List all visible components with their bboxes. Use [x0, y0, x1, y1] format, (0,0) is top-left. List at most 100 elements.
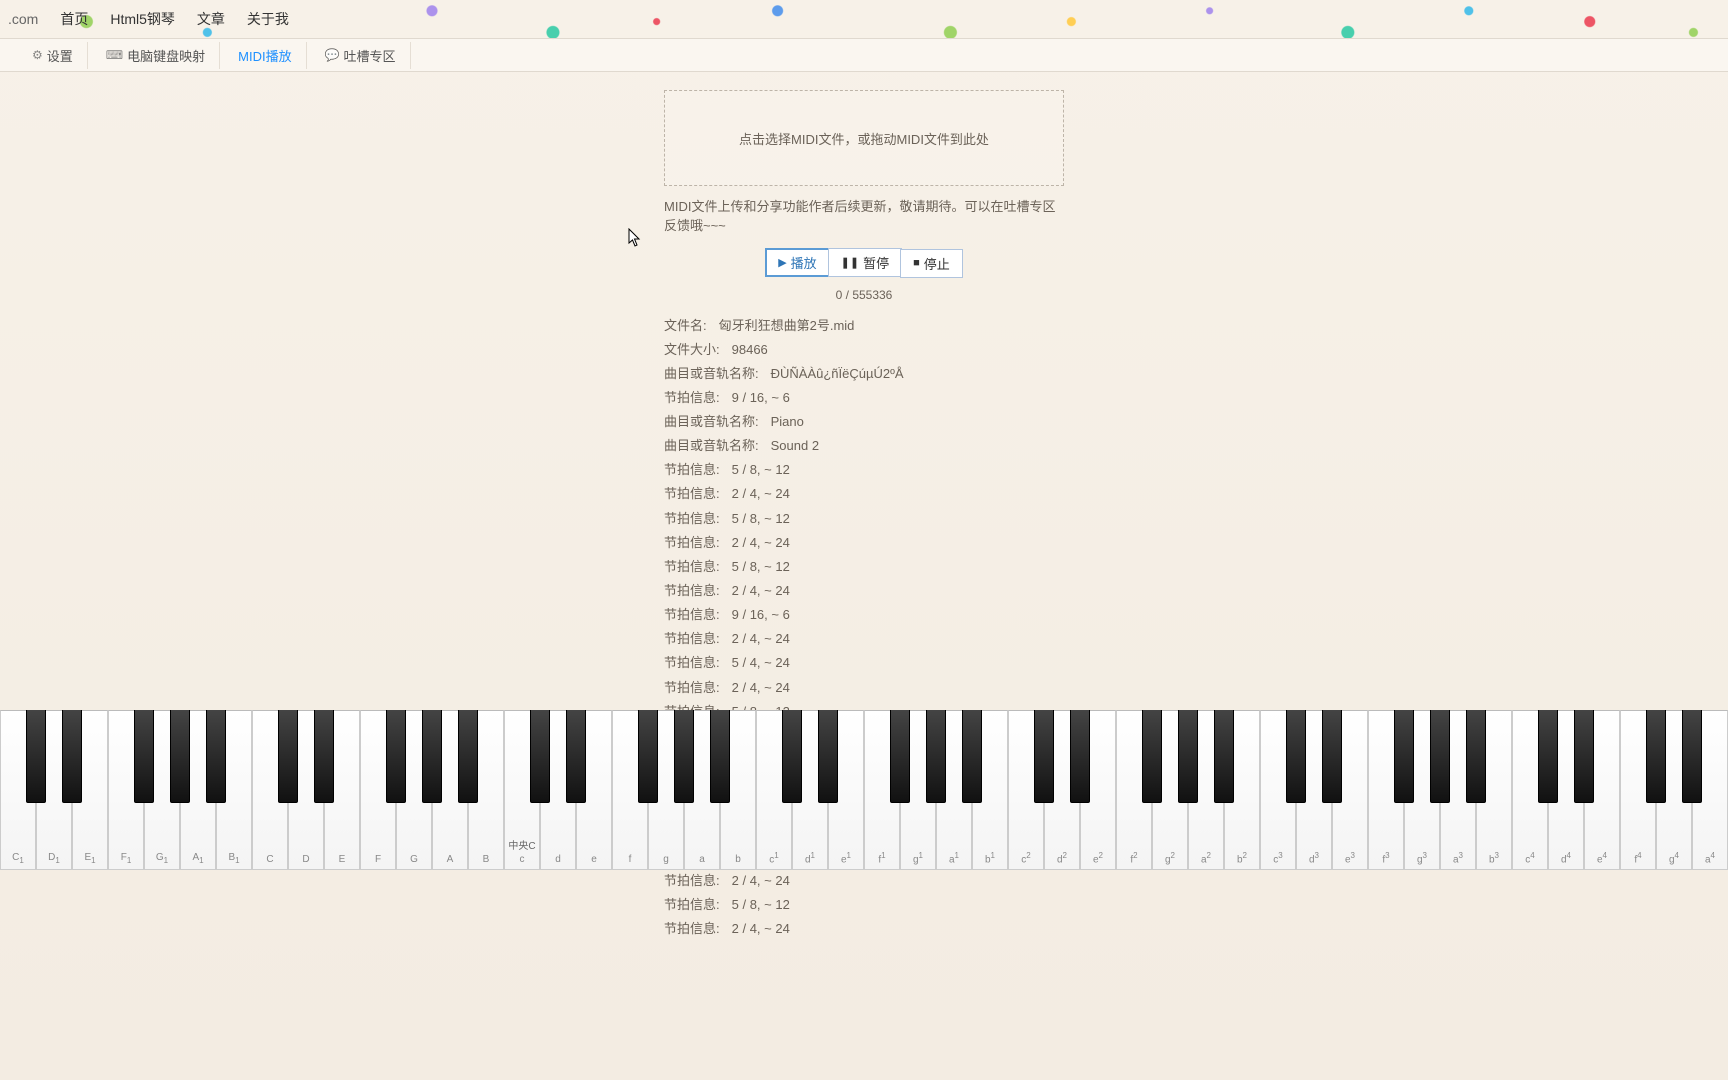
meta-key: 文件名: [664, 316, 707, 336]
meta-value: 2 / 4, ~ 24 [732, 871, 790, 891]
key-label: g3 [1417, 851, 1427, 865]
meta-value: 9 / 16, ~ 6 [732, 605, 790, 625]
black-key[interactable] [386, 710, 406, 803]
nav-piano[interactable]: Html5钢琴 [110, 9, 175, 29]
black-key[interactable] [458, 710, 478, 803]
gear-icon: ⚙ [32, 48, 43, 62]
black-key[interactable] [1430, 710, 1450, 803]
tab-keyboard-map[interactable]: ⌨ 电脑键盘映射 [92, 42, 220, 69]
key-label: D [302, 854, 309, 865]
black-key[interactable] [818, 710, 838, 803]
meta-row: 节拍信息:2 / 4, ~ 24 [664, 919, 1064, 939]
key-label: f4 [1634, 851, 1641, 865]
stop-label: 停止 [924, 254, 950, 273]
black-key[interactable] [782, 710, 802, 803]
black-key[interactable] [530, 710, 550, 803]
black-key[interactable] [314, 710, 334, 803]
key-label: g [663, 854, 669, 865]
pause-button[interactable]: ❚❚ 暂停 [828, 248, 902, 277]
black-key[interactable] [710, 710, 730, 803]
black-key[interactable] [134, 710, 154, 803]
middle-c-label: 中央C [508, 837, 535, 852]
pause-icon: ❚❚ [841, 256, 859, 269]
meta-key: 节拍信息: [664, 678, 720, 698]
tab-feedback[interactable]: 💬 吐槽专区 [311, 42, 411, 69]
black-key[interactable] [1646, 710, 1666, 803]
meta-row: 节拍信息:9 / 16, ~ 6 [664, 605, 1064, 625]
nav-about[interactable]: 关于我 [247, 9, 289, 29]
meta-key: 曲目或音轨名称: [664, 412, 759, 432]
midi-dropzone[interactable]: 点击选择MIDI文件，或拖动MIDI文件到此处 [664, 90, 1064, 186]
meta-value: Sound 2 [771, 436, 819, 456]
tab-settings[interactable]: ⚙ 设置 [18, 42, 88, 69]
dropzone-text: 点击选择MIDI文件，或拖动MIDI文件到此处 [739, 129, 989, 148]
meta-key: 节拍信息: [664, 871, 720, 891]
black-key[interactable] [206, 710, 226, 803]
key-label: b [735, 854, 741, 865]
black-key[interactable] [1322, 710, 1342, 803]
nav-home[interactable]: 首页 [60, 9, 88, 29]
meta-row: 文件大小:98466 [664, 340, 1064, 360]
black-key[interactable] [638, 710, 658, 803]
key-label: A1 [192, 852, 203, 865]
key-label: c3 [1273, 851, 1282, 865]
meta-value: ÐÙÑÀÀû¿ñÏëÇúµÚ2ºÅ [771, 364, 904, 384]
key-label: b3 [1489, 851, 1499, 865]
black-key[interactable] [1466, 710, 1486, 803]
meta-value: 2 / 4, ~ 24 [732, 484, 790, 504]
black-key[interactable] [1394, 710, 1414, 803]
key-label: G1 [156, 852, 168, 865]
key-label: e1 [841, 851, 851, 865]
meta-row: 节拍信息:5 / 8, ~ 12 [664, 895, 1064, 915]
black-key[interactable] [1538, 710, 1558, 803]
key-label: e [591, 854, 597, 865]
key-label: E1 [84, 852, 95, 865]
black-key[interactable] [1214, 710, 1234, 803]
black-key[interactable] [278, 710, 298, 803]
key-label: G [410, 854, 418, 865]
meta-row: 节拍信息:2 / 4, ~ 24 [664, 533, 1064, 553]
black-key[interactable] [1070, 710, 1090, 803]
meta-row: 节拍信息:2 / 4, ~ 24 [664, 581, 1064, 601]
key-label: d3 [1309, 851, 1319, 865]
meta-key: 曲目或音轨名称: [664, 436, 759, 456]
key-label: g4 [1669, 851, 1679, 865]
meta-key: 曲目或音轨名称: [664, 364, 759, 384]
black-key[interactable] [962, 710, 982, 803]
stop-button[interactable]: ■ 停止 [900, 249, 963, 278]
meta-row: 节拍信息: 2 / 4, ~ 24 [664, 484, 1064, 504]
key-label: f1 [878, 851, 885, 865]
key-label: b1 [985, 851, 995, 865]
black-key[interactable] [62, 710, 82, 803]
black-key[interactable] [674, 710, 694, 803]
black-key[interactable] [26, 710, 46, 803]
key-label: e4 [1597, 851, 1607, 865]
key-label: a [699, 854, 705, 865]
tab-midi-play[interactable]: MIDI播放 [224, 42, 306, 69]
play-button[interactable]: ▶ 播放 [765, 248, 829, 277]
black-key[interactable] [1682, 710, 1702, 803]
black-key[interactable] [926, 710, 946, 803]
tab-label: MIDI播放 [238, 46, 291, 65]
black-key[interactable] [566, 710, 586, 803]
key-label: a4 [1705, 851, 1715, 865]
meta-row: 节拍信息:5 / 8, ~ 12 [664, 460, 1064, 480]
key-label: e3 [1345, 851, 1355, 865]
black-key[interactable] [1286, 710, 1306, 803]
meta-value: 5 / 8, ~ 12 [732, 509, 790, 529]
black-key[interactable] [1142, 710, 1162, 803]
meta-key: 节拍信息: [664, 484, 720, 504]
mouse-cursor-icon [628, 228, 644, 248]
meta-key: 节拍信息: [664, 919, 720, 939]
key-label: F [375, 854, 381, 865]
meta-value: 匈牙利狂想曲第2号.mid [719, 316, 855, 336]
black-key[interactable] [422, 710, 442, 803]
black-key[interactable] [170, 710, 190, 803]
black-key[interactable] [1178, 710, 1198, 803]
black-key[interactable] [890, 710, 910, 803]
black-key[interactable] [1574, 710, 1594, 803]
black-key[interactable] [1034, 710, 1054, 803]
tab-label: 吐槽专区 [344, 46, 396, 65]
key-label: c [520, 854, 525, 865]
nav-articles[interactable]: 文章 [197, 9, 225, 29]
